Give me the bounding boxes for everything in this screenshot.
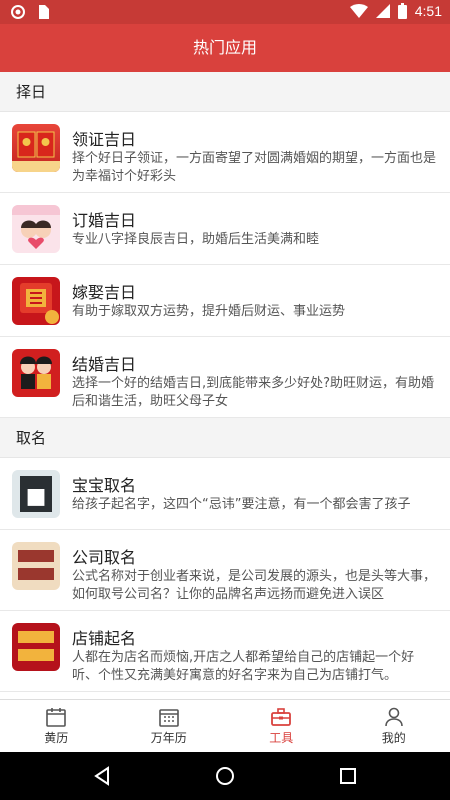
status-bar: 4:51 (0, 0, 450, 24)
tab-calendar[interactable]: 万年历 (113, 700, 226, 752)
content-list[interactable]: 择日 领证吉日 择个好日子领证，一方面寄望了对圆满婚姻的期望，一方面也是为幸福讨… (0, 72, 450, 699)
battery-icon (397, 3, 407, 19)
item-title: 结婚吉日 (72, 355, 137, 374)
list-item-baobao[interactable]: ■ 宝宝取名 给孩子起名字，这四个“忌讳”要注意，有一个都会害了孩子 (0, 458, 450, 530)
system-nav-bar (0, 752, 450, 800)
toolbox-icon (271, 707, 292, 726)
page-title: 热门应用 (0, 24, 450, 72)
almanac-icon (46, 707, 67, 727)
person-icon (384, 707, 403, 726)
section-header-quming: 取名 (0, 418, 450, 458)
item-desc: 专业八字择良辰吉日，助婚后生活美满和睦 (72, 232, 320, 247)
item-title: 嫁娶吉日 (72, 283, 137, 302)
item-desc: 选择一个好的结婚吉日,到底能带来多少好处?助旺财运，有助婚后和谐生活，助旺父母子… (72, 376, 435, 409)
item-desc: 给孩子起名字，这四个“忌讳”要注意，有一个都会害了孩子 (72, 497, 411, 512)
svg-text:■: ■ (26, 484, 47, 509)
tab-label: 我的 (381, 730, 406, 745)
item-title: 店铺起名 (72, 629, 137, 648)
sim-card-icon (39, 5, 49, 19)
tab-tools[interactable]: 工具 (225, 700, 338, 752)
tab-label: 万年历 (150, 730, 187, 745)
list-item-jiaqu[interactable]: 嫁娶吉日 有助于嫁取双方运势，提升婚后财运、事业运势 (0, 265, 450, 337)
thumb-jiaqu-icon (12, 277, 60, 325)
item-title: 订婚吉日 (72, 211, 137, 230)
item-title: 领证吉日 (72, 130, 137, 149)
section-header-zeri: 择日 (0, 72, 450, 112)
thumb-baobao-icon: ■ (12, 470, 60, 518)
list-item-dianpu[interactable]: 店铺起名 人都在为店名而烦恼,开店之人都希望给自己的店铺起一个好听、个性又充满美… (0, 611, 450, 692)
list-item-dinghun[interactable]: 订婚吉日 专业八字择良辰吉日，助婚后生活美满和睦 (0, 193, 450, 265)
thumb-gongsi-icon (12, 542, 60, 590)
item-desc: 有助于嫁取双方运势，提升婚后财运、事业运势 (72, 304, 346, 319)
clock: 4:51 (414, 3, 442, 19)
back-icon[interactable] (91, 765, 113, 787)
tab-label: 工具 (269, 730, 294, 745)
recents-icon[interactable] (337, 765, 359, 787)
list-item-gongsi[interactable]: 公司取名 公式名称对于创业者来说，是公司发展的源头，也是头等大事，如何取号公司名… (0, 530, 450, 611)
list-item-lingzheng[interactable]: 领证吉日 择个好日子领证，一方面寄望了对圆满婚姻的期望，一方面也是为幸福讨个好彩… (0, 112, 450, 193)
tab-mine[interactable]: 我的 (338, 700, 450, 752)
signal-icon (375, 4, 390, 18)
calendar-icon (158, 708, 179, 727)
item-desc: 择个好日子领证，一方面寄望了对圆满婚姻的期望，一方面也是为幸福讨个好彩头 (72, 151, 437, 184)
bottom-nav: 黄历 万年历 工具 我的 (0, 699, 450, 752)
home-icon[interactable] (214, 765, 236, 787)
list-item-jiehun[interactable]: 结婚吉日 选择一个好的结婚吉日,到底能带来多少好处?助旺财运，有助婚后和谐生活，… (0, 337, 450, 418)
item-desc: 人都在为店名而烦恼,开店之人都希望给自己的店铺起一个好听、个性又充满美好寓意的好… (72, 650, 415, 683)
thumb-dianpu-icon (12, 623, 60, 671)
thumb-jiehun-icon (12, 349, 60, 397)
item-desc: 公式名称对于创业者来说，是公司发展的源头，也是头等大事，如何取号公司名？让你的品… (72, 569, 437, 602)
item-title: 公司取名 (72, 548, 137, 567)
thumb-lingzheng-icon (12, 124, 60, 172)
wifi-icon (349, 4, 368, 18)
tab-label: 黄历 (44, 730, 69, 745)
tab-almanac[interactable]: 黄历 (0, 700, 113, 752)
notification-circle-icon (11, 5, 25, 19)
thumb-dinghun-icon (12, 205, 60, 253)
item-title: 宝宝取名 (72, 476, 137, 495)
